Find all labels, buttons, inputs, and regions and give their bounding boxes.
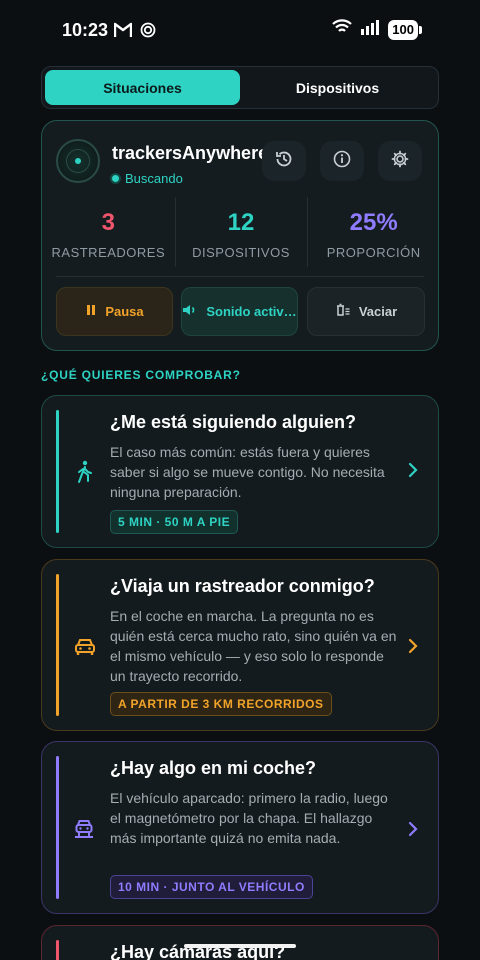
walking-person-icon [74,460,94,489]
status-bar: 10:23 100 [0,0,480,60]
sound-label: Sonido activ… [206,304,297,319]
section-title: ¿QUÉ QUIERES COMPROBAR? [41,368,241,382]
gear-icon [390,149,410,174]
clear-button[interactable]: Vaciar [307,287,425,336]
card-accent-bar [56,410,59,533]
scan-status-label: Buscando [125,171,183,186]
pause-label: Pausa [105,304,144,319]
scanner-card: trackersAnywhere Buscando 3 RASTREADORES… [41,120,439,351]
card-accent-bar [56,940,59,960]
radar-icon [56,139,100,183]
parked-car-icon [74,818,94,845]
situation-card-following[interactable]: ¿Me está siguiendo alguien? El caso más … [41,395,439,548]
situation-card-in-car[interactable]: ¿Hay algo en mi coche? El vehículo aparc… [41,741,439,914]
stat-devices: 12 DISPOSITIVOS [174,197,308,267]
tab-situaciones[interactable]: Situaciones [45,70,240,105]
info-button[interactable] [320,141,364,181]
app-name: trackersAnywhere [112,143,269,163]
clear-list-icon [335,303,351,320]
situation-card-cameras[interactable]: ¿Hay cámaras aquí? [41,925,439,960]
stat-trackers-value: 3 [101,209,116,236]
chevron-right-icon [408,821,418,842]
card-title: ¿Hay algo en mi coche? [110,758,317,778]
status-indicators: 100 [332,19,422,40]
stat-ratio-value: 25% [349,209,398,236]
stat-devices-value: 12 [227,209,255,236]
card-accent-bar [56,756,59,899]
spiral-notification-icon [140,22,156,43]
battery-indicator: 100 [388,19,422,40]
history-button[interactable] [262,141,306,181]
pause-icon [85,304,97,319]
segmented-tabs: Situaciones Dispositivos [41,66,439,109]
card-title: ¿Me está siguiendo alguien? [110,412,357,432]
card-tag: 10 MIN · JUNTO AL VEHÍCULO [110,875,313,899]
card-description: El vehículo aparcado: primero la radio, … [110,790,388,846]
status-time: 10:23 [62,20,109,40]
card-tag: 5 MIN · 50 M A PIE [110,510,239,534]
pause-button[interactable]: Pausa [56,287,173,336]
stat-devices-label: DISPOSITIVOS [192,245,290,260]
clear-label: Vaciar [358,304,398,319]
scan-status: Buscando [112,171,183,186]
signal-icon [360,19,380,40]
speaker-icon [182,303,198,320]
card-accent-bar [56,574,59,716]
home-gesture-bar[interactable] [184,944,296,948]
sound-toggle-button[interactable]: Sonido activ… [181,287,298,336]
stats-row: 3 RASTREADORES 12 DISPOSITIVOS 25% PROPO… [42,197,440,267]
situation-card-travel[interactable]: ¿Viaja un rastreador conmigo? En el coch… [41,559,439,731]
gmail-icon [113,22,133,43]
wifi-icon [332,19,353,40]
settings-button[interactable] [378,141,422,181]
card-tag: A PARTIR DE 3 KM RECORRIDOS [110,692,332,716]
stat-ratio-label: PROPORCIÓN [326,245,421,260]
history-icon [274,149,294,174]
chevron-right-icon [408,638,418,659]
stat-ratio: 25% PROPORCIÓN [307,197,440,267]
stat-trackers-label: RASTREADORES [51,245,166,260]
status-dot-icon [112,175,119,182]
chevron-right-icon [408,462,418,483]
card-description: El caso más común: estás fuera y quieres… [110,444,385,500]
tab-dispositivos[interactable]: Dispositivos [240,70,435,105]
card-description: En el coche en marcha. La pregunta no es… [110,608,397,684]
stat-trackers: 3 RASTREADORES [42,203,175,263]
card-title: ¿Viaja un rastreador conmigo? [110,576,375,596]
divider [56,276,424,277]
car-icon [74,637,96,662]
info-icon [332,149,352,174]
